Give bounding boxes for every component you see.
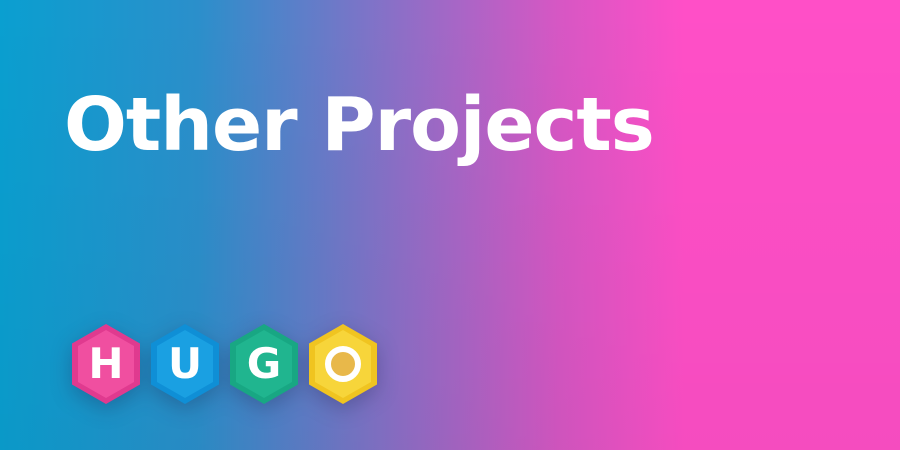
hugo-letter-h: H (88, 338, 124, 388)
hugo-g-hexagon: G (228, 323, 300, 405)
hugo-letter-o-icon (325, 346, 361, 382)
hugo-h-hexagon: H (70, 323, 142, 405)
page-title: Other Projects (64, 82, 655, 168)
hugo-o-hexagon (307, 323, 379, 405)
hugo-letter-u: U (167, 338, 203, 388)
hugo-letter-g: G (246, 338, 282, 388)
hugo-u-hexagon: U (149, 323, 221, 405)
social-card: Other Projects H U G (0, 0, 900, 450)
hugo-logo: H U G (70, 323, 388, 405)
